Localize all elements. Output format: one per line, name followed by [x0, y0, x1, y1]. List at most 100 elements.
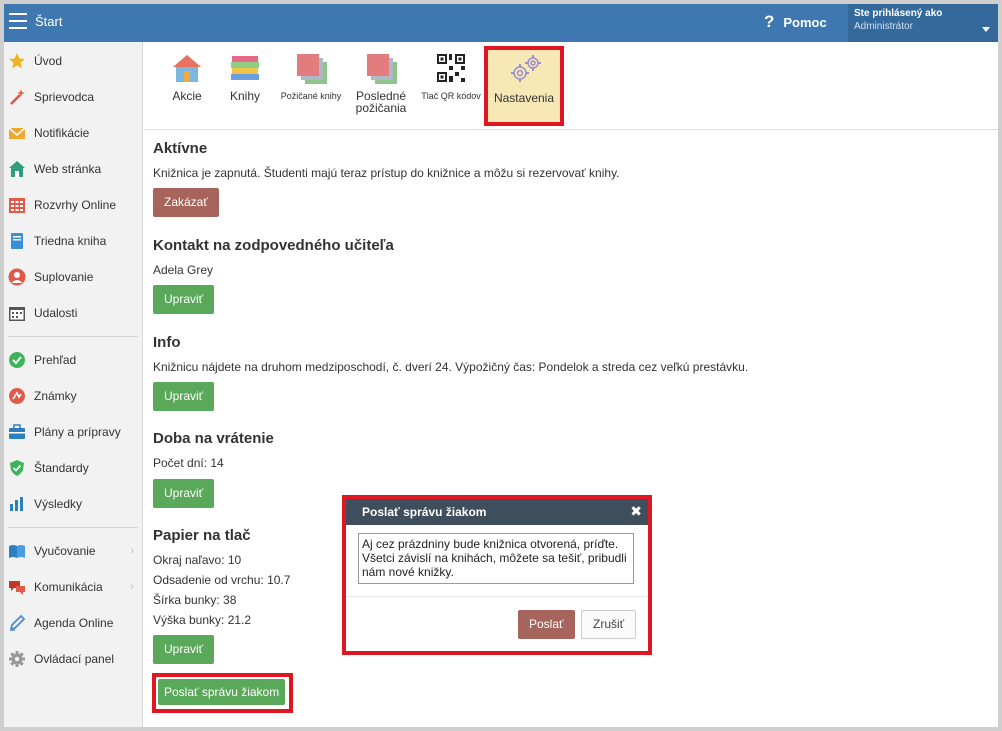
chevron-right-icon: › — [130, 581, 134, 593]
send-message-dialog: Poslať správu žiakom ✖ Aj cez prázdniny … — [342, 495, 652, 655]
sidebar-item-ovladaci-panel[interactable]: Ovládací panel — [4, 641, 142, 677]
section-return: Doba na vrátenie Počet dní: 14 — [153, 430, 274, 471]
sidebar-item-label: Udalosti — [34, 306, 78, 320]
menu-icon[interactable] — [9, 13, 27, 29]
sidebar-item-komunikacia[interactable]: Komunikácia › — [4, 569, 142, 605]
chevron-right-icon: › — [130, 545, 134, 557]
magic-wand-icon — [8, 88, 26, 106]
section-text: Počet dní: 14 — [153, 456, 224, 470]
paper-cell-height: Výška bunky: 21.2 — [153, 613, 252, 627]
close-icon[interactable]: ✖ — [630, 503, 642, 520]
sidebar-item-uvod[interactable]: Úvod — [4, 43, 142, 79]
paper-settings: Okraj naľavo: 10 Odsadenie od vrchu: 10.… — [153, 550, 290, 630]
dialog-body: Aj cez prázdniny bude knižnica otvorená,… — [346, 525, 648, 597]
sidebar-item-udalosti[interactable]: Udalosti — [4, 295, 142, 331]
section-title: Aktívne — [153, 140, 208, 157]
house-icon — [8, 160, 26, 178]
paper-left-margin: Okraj naľavo: 10 — [153, 553, 242, 567]
toolbar-akcie[interactable]: Akcie — [164, 42, 210, 126]
sidebar-item-sprievodca[interactable]: Sprievodca — [4, 79, 142, 115]
section-text: Knižnica je zapnutá. Študenti majú teraz… — [153, 166, 620, 180]
sidebar-divider — [8, 336, 138, 337]
recent-loans-icon — [365, 52, 397, 84]
help-link[interactable]: ? Pomoc — [764, 12, 827, 32]
message-textarea[interactable]: Aj cez prázdniny bude knižnica otvorená,… — [358, 533, 634, 584]
disable-button[interactable]: Zakázať — [153, 188, 219, 217]
sidebar-item-standardy[interactable]: Štandardy — [4, 450, 142, 486]
section-title: Info — [153, 334, 181, 351]
sidebar-item-vysledky[interactable]: Výsledky — [4, 486, 142, 522]
send-button[interactable]: Poslať — [518, 610, 575, 639]
person-icon — [8, 268, 26, 286]
toolbar-label: Knihy — [229, 89, 261, 103]
open-book-icon — [8, 542, 26, 560]
sidebar-item-label: Rozvrhy Online — [34, 198, 117, 212]
help-label: Pomoc — [783, 14, 827, 30]
send-message-button[interactable]: Poslať správu žiakom — [158, 679, 286, 705]
sidebar-item-label: Úvod — [34, 54, 63, 68]
sidebar-item-prehlad[interactable]: Prehľad — [4, 342, 142, 378]
dialog-header: Poslať správu žiakom ✖ — [346, 499, 648, 525]
sidebar-item-rozvrhy[interactable]: Rozvrhy Online — [4, 187, 142, 223]
sidebar-item-triedna-kniha[interactable]: Triedna kniha — [4, 223, 142, 259]
section-title: Doba na vrátenie — [153, 430, 274, 447]
sidebar-item-znamky[interactable]: Známky — [4, 378, 142, 414]
sidebar-item-label: Známky — [34, 389, 77, 403]
envelope-icon — [8, 124, 26, 142]
sidebar-item-suplovanie[interactable]: Suplovanie — [4, 259, 142, 295]
qr-code-icon — [435, 52, 467, 84]
sidebar-item-label: Sprievodca — [34, 90, 95, 104]
toolbar-posledne-pozicania[interactable]: Posledné požičania — [350, 42, 412, 126]
edit-contact-button[interactable]: Upraviť — [153, 285, 215, 314]
edit-info-button[interactable]: Upraviť — [153, 382, 215, 411]
top-bar: Štart ? Pomoc Ste prihlásený ako Adminis… — [4, 4, 998, 42]
pen-icon — [8, 614, 26, 632]
app-title[interactable]: Štart — [35, 14, 62, 29]
star-icon — [8, 52, 26, 70]
book-icon — [8, 232, 26, 250]
section-title: Papier na tlač — [153, 527, 251, 544]
section-active: Aktívne Knižnica je zapnutá. Študenti ma… — [153, 140, 620, 181]
toolbar-nastavenia[interactable]: Nastavenia — [484, 46, 564, 126]
toolbar-pozicane-knihy[interactable]: Požičané knihy — [278, 42, 344, 126]
home-icon — [171, 52, 203, 84]
toolbar-knihy[interactable]: Knihy — [222, 42, 268, 126]
toolbar-label: Nastavenia — [493, 91, 555, 105]
question-icon: ? — [764, 12, 775, 31]
toolbar-tlac-qr[interactable]: Tlač QR kódov — [418, 42, 484, 126]
sidebar-item-label: Ovládací panel — [34, 652, 115, 666]
check-circle-icon — [8, 351, 26, 369]
borrowed-books-icon — [295, 52, 327, 84]
paper-cell-width: Šírka bunky: 38 — [153, 593, 237, 607]
toolbar-label: Požičané knihy — [280, 91, 342, 101]
cancel-button[interactable]: Zrušiť — [581, 610, 637, 639]
edit-paper-button[interactable]: Upraviť — [153, 635, 215, 664]
timetable-icon — [8, 196, 26, 214]
sidebar-item-label: Výsledky — [34, 497, 83, 511]
section-info: Info Knižnicu nájdete na druhom medzipos… — [153, 334, 748, 375]
books-stack-icon — [229, 52, 261, 84]
sidebar-item-label: Štandardy — [34, 461, 89, 475]
toolbar-label: Akcie — [172, 89, 202, 103]
sidebar-item-label: Web stránka — [34, 162, 102, 176]
sidebar-item-label: Komunikácia — [34, 580, 103, 594]
user-menu[interactable]: Ste prihlásený ako Administrátor — [848, 4, 998, 42]
sidebar-item-plany[interactable]: Plány a prípravy — [4, 414, 142, 450]
library-toolbar: Akcie Knihy Požičané knihy Posledné poži… — [144, 42, 998, 130]
dialog-footer: Poslať Zrušiť — [346, 597, 648, 647]
sidebar-item-agenda[interactable]: Agenda Online — [4, 605, 142, 641]
gears-icon — [508, 54, 541, 86]
sidebar-divider — [8, 527, 138, 528]
user-role: Administrátor — [854, 21, 913, 32]
sidebar-item-web[interactable]: Web stránka — [4, 151, 142, 187]
send-highlight: Poslať správu žiakom — [152, 673, 293, 713]
sidebar-item-notifikacie[interactable]: Notifikácie — [4, 115, 142, 151]
sidebar-item-vyucovanie[interactable]: Vyučovanie › — [4, 533, 142, 569]
shield-check-icon — [8, 459, 26, 477]
sidebar-item-label: Triedna kniha — [34, 234, 107, 248]
edit-return-button[interactable]: Upraviť — [153, 479, 215, 508]
sidebar-item-label: Vyučovanie — [34, 544, 96, 558]
sidebar: Úvod Sprievodca Notifikácie Web stránka … — [4, 42, 143, 727]
grade-icon — [8, 387, 26, 405]
dialog-title: Poslať správu žiakom — [362, 505, 487, 519]
